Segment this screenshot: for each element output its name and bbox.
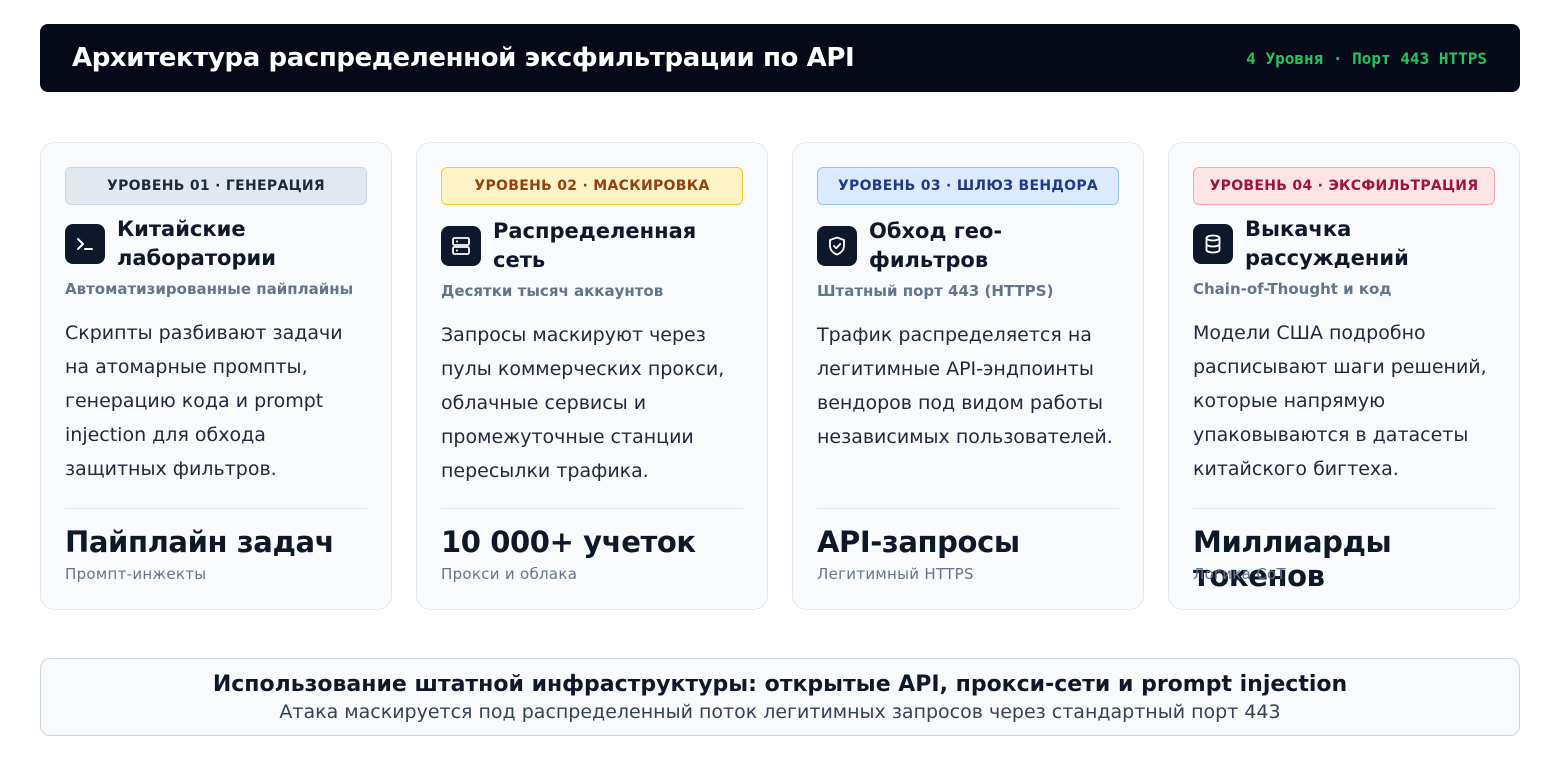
summary-banner: Использование штатной инфраструктуры: от…: [40, 658, 1520, 736]
card-metric-label: Легитимный HTTPS: [817, 565, 974, 583]
card-divider: [65, 508, 367, 509]
card-description: Трафик распределяется на легитимные API-…: [817, 324, 1113, 448]
card-title-row: Выкачка рассуждений: [1193, 215, 1495, 273]
card-metric-label: Логика CoT: [1193, 565, 1286, 583]
card-metric: API-запросы: [817, 525, 1020, 559]
card-title: Выкачка рассуждений: [1245, 217, 1409, 270]
page-title: Архитектура распределенной эксфильтрации…: [72, 43, 855, 73]
card-title: Обход гео-фильтров: [869, 219, 1003, 272]
database-icon: [1193, 224, 1233, 264]
card-divider: [441, 508, 743, 509]
level-card-3: УРОВЕНЬ 03 · ШЛЮЗ ВЕНДОРА Обход гео-филь…: [792, 142, 1144, 610]
card-subtitle: Десятки тысяч аккаунтов: [441, 282, 664, 300]
card-title: Распределенная сеть: [493, 219, 697, 272]
card-divider: [1193, 508, 1495, 509]
level-badge: УРОВЕНЬ 02 · МАСКИРОВКА: [441, 167, 743, 205]
summary-title: Использование штатной инфраструктуры: от…: [212, 671, 1348, 697]
header-bar: Архитектура распределенной эксфильтрации…: [40, 24, 1520, 92]
card-description: Модели США подробно расписывают шаги реш…: [1193, 322, 1487, 480]
card-description: Запросы маскируют через пулы коммерчески…: [441, 324, 725, 482]
card-divider: [817, 508, 1119, 509]
card-metric-label: Промпт-инжекты: [65, 565, 207, 583]
shield-icon: [817, 226, 857, 266]
card-title: Китайские лаборатории: [117, 217, 276, 270]
card-title-row: Распределенная сеть: [441, 217, 743, 275]
level-badge: УРОВЕНЬ 01 · ГЕНЕРАЦИЯ: [65, 167, 367, 205]
card-title-row: Китайские лаборатории: [65, 215, 367, 273]
level-card-1: УРОВЕНЬ 01 · ГЕНЕРАЦИЯ Китайские лаборат…: [40, 142, 392, 610]
server-icon: [441, 226, 481, 266]
card-subtitle: Автоматизированные пайплайны: [65, 280, 354, 298]
levels-row: УРОВЕНЬ 01 · ГЕНЕРАЦИЯ Китайские лаборат…: [40, 142, 1520, 610]
card-metric-label: Прокси и облака: [441, 565, 578, 583]
card-description: Скрипты разбивают задачи на атомарные пр…: [65, 322, 343, 480]
level-badge: УРОВЕНЬ 03 · ШЛЮЗ ВЕНДОРА: [817, 167, 1119, 205]
header-meta: 4 Уровня · Порт 443 HTTPS: [1246, 48, 1487, 68]
card-title-row: Обход гео-фильтров: [817, 217, 1119, 275]
card-subtitle: Chain-of-Thought и код: [1193, 280, 1392, 298]
summary-subtitle: Атака маскируется под распределенный пот…: [279, 700, 1281, 723]
level-card-4: УРОВЕНЬ 04 · ЭКСФИЛЬТРАЦИЯ Выкачка рассу…: [1168, 142, 1520, 610]
level-card-2: УРОВЕНЬ 02 · МАСКИРОВКА Распределенная с…: [416, 142, 768, 610]
card-subtitle: Штатный порт 443 (HTTPS): [817, 282, 1054, 300]
card-metric: Пайплайн задач: [65, 525, 335, 559]
terminal-icon: [65, 224, 105, 264]
card-metric: 10 000+ учеток: [441, 525, 696, 559]
level-badge: УРОВЕНЬ 04 · ЭКСФИЛЬТРАЦИЯ: [1193, 167, 1495, 205]
